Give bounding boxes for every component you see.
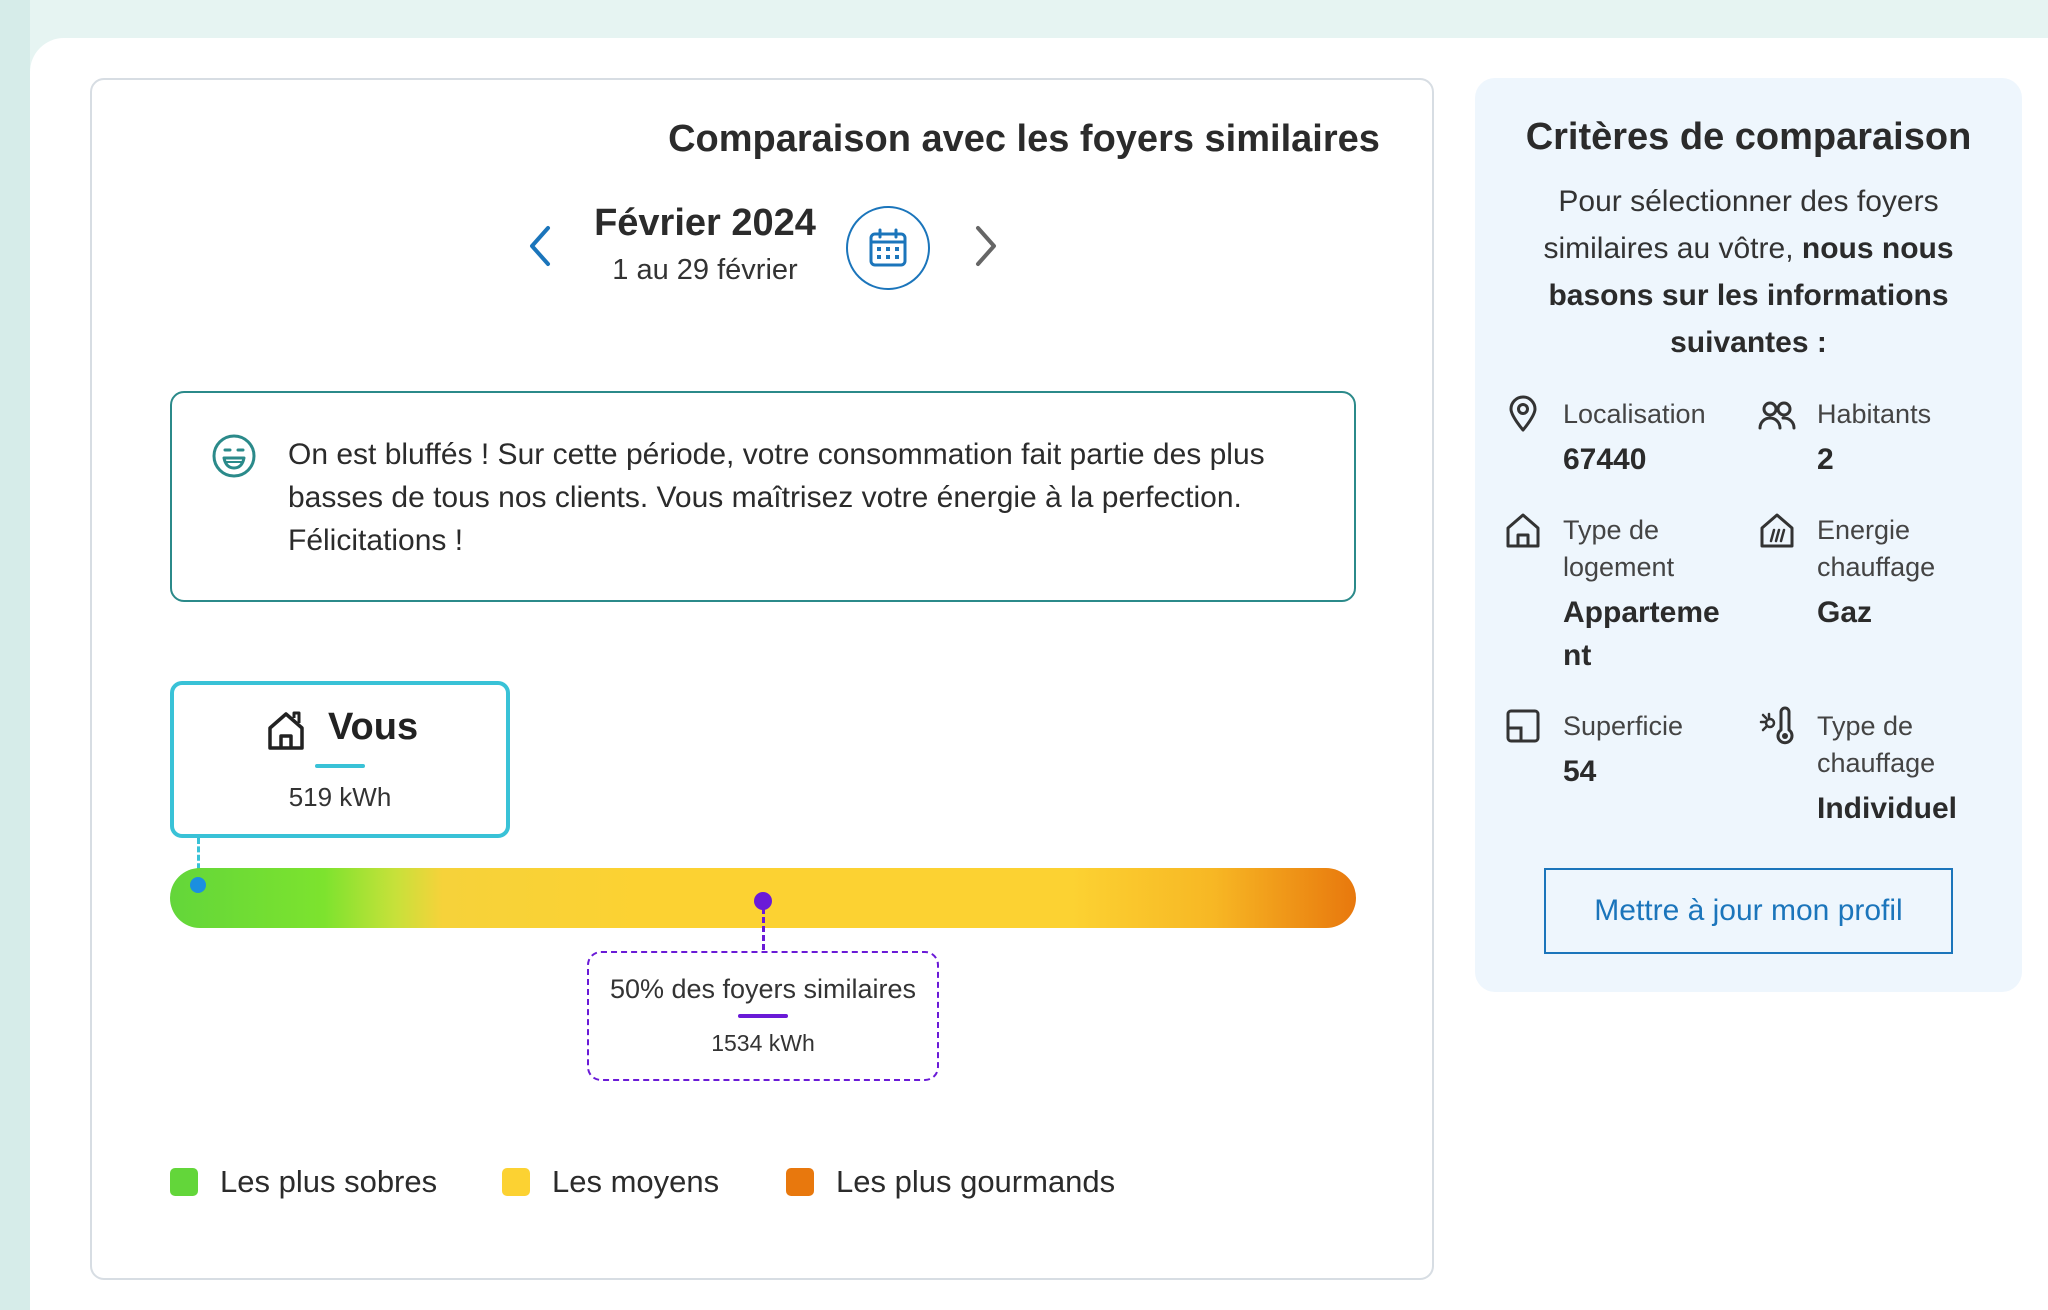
- criteria-title: Critères de comparaison: [1525, 116, 1972, 158]
- calendar-button[interactable]: [846, 206, 930, 290]
- thermometer-icon: [1759, 706, 1794, 745]
- legend-item-sobres: Les plus sobres: [170, 1164, 437, 1200]
- criterion-label-logement: Type de logement: [1563, 515, 1675, 582]
- average-consumption-value: 1534 kWh: [711, 1030, 815, 1056]
- criteria-intro: Pour sélectionner des foyers similaires …: [1505, 178, 1992, 366]
- criterion-value-energie: Gaz: [1817, 596, 1873, 629]
- legend-swatch-yellow: [502, 1168, 530, 1196]
- legend-item-gourmands: Les plus gourmands: [786, 1164, 1115, 1200]
- criterion-label-energie: Energie chauffage: [1817, 515, 1936, 582]
- average-label: 50% des foyers similaires: [609, 974, 917, 1004]
- legend-swatch-orange: [786, 1168, 814, 1196]
- smiley-icon: [212, 434, 256, 478]
- legend-label: Les plus gourmands: [836, 1164, 1116, 1199]
- calendar-icon: [869, 228, 907, 267]
- update-profile-button[interactable]: Mettre à jour mon profil: [1544, 868, 1953, 954]
- criterion-value-logement: Appartement: [1563, 596, 1720, 672]
- criterion-value-localisation: 67440: [1563, 443, 1647, 476]
- floor-area-icon: [1506, 709, 1540, 743]
- criterion-value-superficie: 54: [1563, 755, 1597, 788]
- legend-item-moyens: Les moyens: [502, 1164, 719, 1200]
- period-month: Février 2024: [594, 202, 816, 244]
- you-label: Vous: [328, 706, 419, 748]
- you-position-dot: [190, 877, 206, 893]
- average-underline: [738, 1014, 788, 1018]
- legend-swatch-green: [170, 1168, 198, 1196]
- legend-label: Les plus sobres: [220, 1164, 438, 1199]
- app-sidebar-edge: [0, 0, 30, 1310]
- average-connector-line: [762, 908, 765, 950]
- next-month-chevron-icon[interactable]: [966, 218, 1006, 274]
- criterion-label-localisation: Localisation: [1563, 399, 1706, 429]
- criterion-label-superficie: Superficie: [1563, 711, 1684, 741]
- previous-month-chevron-icon[interactable]: [520, 218, 560, 274]
- people-icon: [1758, 401, 1796, 430]
- period-range: 1 au 29 février: [612, 254, 798, 286]
- criterion-label-chauffage: Type de chauffage: [1817, 711, 1936, 778]
- feedback-message: On est bluffés ! Sur cette période, votr…: [288, 438, 1265, 557]
- heating-energy-icon: [1760, 513, 1794, 548]
- location-pin-icon: [1509, 395, 1537, 432]
- criterion-value-habitants: 2: [1817, 443, 1834, 476]
- legend-label: Les moyens: [552, 1164, 720, 1199]
- house-icon: [268, 711, 304, 750]
- you-underline: [315, 764, 365, 768]
- criterion-value-chauffage: Individuel: [1817, 792, 1958, 825]
- criterion-label-habitants: Habitants: [1817, 399, 1932, 429]
- house-icon: [1506, 513, 1540, 548]
- you-marker-card: [170, 681, 510, 838]
- you-consumption-value: 519 kWh: [288, 782, 392, 812]
